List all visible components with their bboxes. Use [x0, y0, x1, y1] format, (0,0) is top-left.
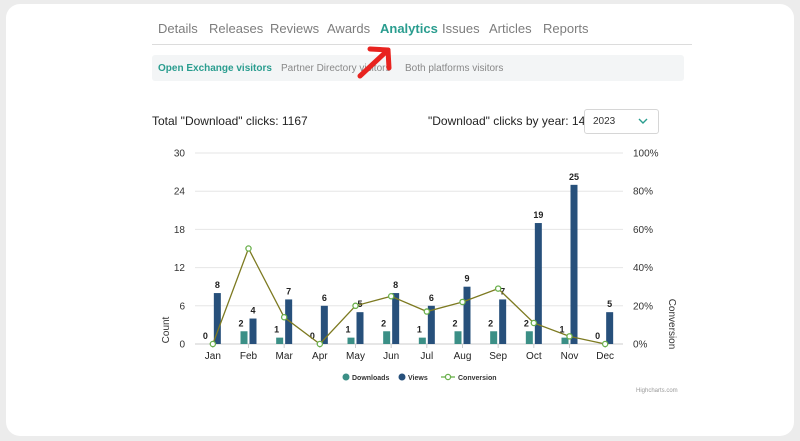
legend-label: Conversion	[458, 375, 497, 382]
y-tick-label: 24	[174, 187, 186, 198]
y2-tick-label: 40%	[633, 263, 653, 274]
downloads-data-label: 2	[524, 318, 529, 328]
legend-label: Downloads	[352, 375, 389, 382]
conversion-point	[280, 314, 288, 321]
views-data-label: 8	[215, 280, 220, 290]
conversion-point	[566, 333, 573, 340]
x-tick-label: Nov	[561, 351, 579, 362]
conversion-point	[423, 308, 431, 315]
views-data-label: 8	[393, 280, 398, 290]
y2-tick-label: 0%	[633, 340, 648, 351]
y2-tick-label: 80%	[633, 187, 653, 198]
x-tick-label: Jun	[383, 351, 399, 362]
conversion-point	[494, 285, 502, 292]
views-data-label: 6	[429, 293, 434, 303]
views-data-label: 19	[533, 210, 543, 220]
y2-tick-label: 60%	[633, 225, 653, 236]
y-tick-label: 12	[174, 263, 186, 274]
views-bar	[249, 318, 257, 344]
y2-tick-label: 20%	[633, 301, 653, 312]
y2-axis-title: Conversion	[666, 299, 677, 350]
views-bar	[463, 286, 471, 344]
x-tick-label: Sep	[489, 351, 507, 362]
views-data-label: 7	[286, 286, 291, 296]
conversion-point	[209, 340, 217, 348]
views-data-label: 6	[322, 293, 327, 303]
downloads-data-label: 1	[345, 325, 350, 335]
legend-marker	[444, 373, 452, 381]
views-bar	[606, 312, 614, 344]
conversion-point	[316, 340, 324, 348]
downloads-bar	[347, 337, 355, 344]
x-tick-label: Aug	[454, 351, 472, 362]
views-data-label: 4	[250, 306, 255, 316]
views-bar	[570, 184, 578, 344]
y-tick-label: 0	[179, 340, 185, 351]
y-tick-label: 6	[179, 301, 185, 312]
downloads-bar	[490, 331, 498, 344]
conversion-point	[459, 298, 466, 306]
annotation-arrow-icon	[357, 46, 392, 79]
x-tick-label: Apr	[312, 351, 328, 362]
conversion-point	[601, 340, 609, 348]
downloads-bar	[276, 337, 284, 344]
views-bar	[499, 299, 507, 344]
conversion-point	[387, 292, 395, 300]
downloads-bar	[383, 331, 391, 344]
x-tick-label: Mar	[276, 351, 294, 362]
x-tick-label: Jul	[420, 351, 433, 362]
views-data-label: 9	[464, 274, 469, 284]
views-bar	[356, 312, 364, 344]
downloads-data-label: 2	[238, 318, 243, 328]
views-data-label: 25	[569, 172, 579, 182]
views-bar	[392, 293, 400, 344]
conversion-point	[352, 302, 359, 310]
downloads-data-label: 0	[595, 331, 600, 341]
y-tick-label: 30	[174, 149, 186, 160]
downloads-data-label: 0	[203, 331, 208, 341]
views-data-label: 5	[607, 299, 612, 309]
y-axis-title: Count	[161, 316, 172, 343]
downloads-bar	[454, 331, 462, 344]
downloads-bar	[525, 331, 533, 344]
views-bar	[213, 293, 221, 344]
downloads-chart: 06121824300%20%40%60%80%100%Count Convers…	[161, 149, 677, 383]
analytics-card: Details Releases Reviews Awards Analytic…	[6, 4, 794, 436]
x-tick-label: Oct	[526, 351, 542, 362]
downloads-data-label: 1	[274, 325, 279, 335]
x-tick-label: May	[346, 351, 365, 362]
conversion-point	[530, 319, 538, 327]
y2-tick-label: 100%	[633, 149, 659, 160]
x-tick-label: Feb	[240, 351, 258, 362]
conversion-point	[245, 245, 252, 252]
chart-credits: Highcharts.com	[636, 388, 678, 394]
downloads-bar	[240, 331, 248, 344]
downloads-data-label: 2	[381, 318, 386, 328]
legend-marker	[398, 373, 406, 381]
legend-marker	[342, 373, 350, 381]
downloads-data-label: 1	[417, 325, 422, 335]
conversion-line	[212, 246, 606, 345]
legend-label: Views	[408, 375, 428, 382]
x-tick-label: Jan	[205, 351, 221, 362]
y-tick-label: 18	[174, 225, 186, 236]
downloads-data-label: 2	[452, 318, 457, 328]
downloads-bar	[418, 337, 426, 344]
downloads-data-label: 2	[488, 318, 493, 328]
x-tick-label: Dec	[596, 351, 614, 362]
